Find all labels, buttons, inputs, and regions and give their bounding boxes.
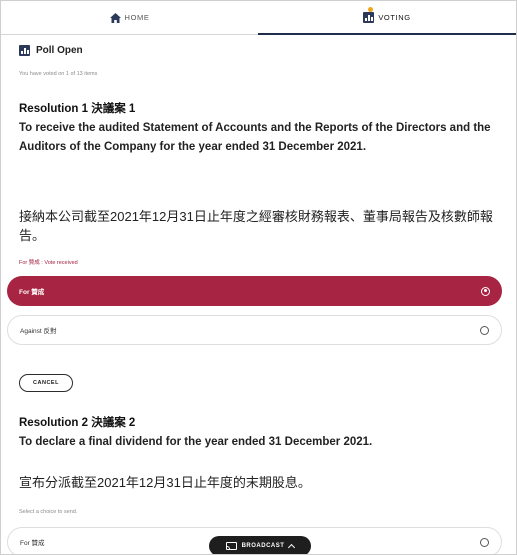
app-frame: HOME VOTING Poll Open You have voted on … xyxy=(0,0,517,555)
radio-empty-icon xyxy=(480,537,489,547)
radio-empty-icon xyxy=(480,325,489,335)
cancel-button[interactable]: CANCEL xyxy=(19,374,73,392)
poll-status: Poll Open xyxy=(19,45,83,56)
voted-count: You have voted on 1 of 13 items xyxy=(19,71,98,77)
resolution-2-text-zh: 宣布分派截至2021年12月31日止年度的末期股息。 xyxy=(19,475,311,490)
cast-icon xyxy=(225,542,237,550)
active-tab-indicator xyxy=(258,33,516,35)
resolution-1-status-note: For 贊成 : Vote received xyxy=(19,260,78,266)
resolution-1-heading: Resolution 1 決議案 1 xyxy=(19,103,136,115)
choice-label: For 贊成 xyxy=(20,540,45,547)
broadcast-label: BROADCAST xyxy=(241,543,285,549)
tab-voting[interactable]: VOTING xyxy=(258,1,516,35)
resolution-1-text-en: To receive the audited Statement of Acco… xyxy=(19,122,491,153)
resolution-2-status-note: Select a choice to send. xyxy=(19,509,78,515)
tab-voting-label: VOTING xyxy=(378,13,411,22)
tab-bar: HOME VOTING xyxy=(1,1,516,35)
tab-home-label: HOME xyxy=(124,13,150,22)
chevron-up-icon xyxy=(288,543,296,552)
home-icon xyxy=(109,12,121,23)
radio-selected-icon xyxy=(481,286,490,296)
poll-status-label: Poll Open xyxy=(36,45,83,56)
resolution-1-text-zh: 接納本公司截至2021年12月31日止年度之經審核財務報表、董事局報告及核數師報… xyxy=(19,209,493,243)
resolution-2-text-en: To declare a final dividend for the year… xyxy=(19,436,373,448)
bar-chart-icon xyxy=(19,45,30,56)
resolution-2-heading: Resolution 2 決議案 2 xyxy=(19,417,136,429)
bar-chart-icon xyxy=(363,7,375,23)
resolution-1-choice-for[interactable]: For 贊成 xyxy=(7,276,502,306)
broadcast-button[interactable]: BROADCAST xyxy=(209,536,311,554)
notification-dot xyxy=(368,7,374,12)
choice-label: Against 反對 xyxy=(20,328,57,335)
resolution-1-choice-against[interactable]: Against 反對 xyxy=(7,315,502,345)
tab-home[interactable]: HOME xyxy=(1,1,258,34)
choice-label: For 贊成 xyxy=(19,289,45,296)
